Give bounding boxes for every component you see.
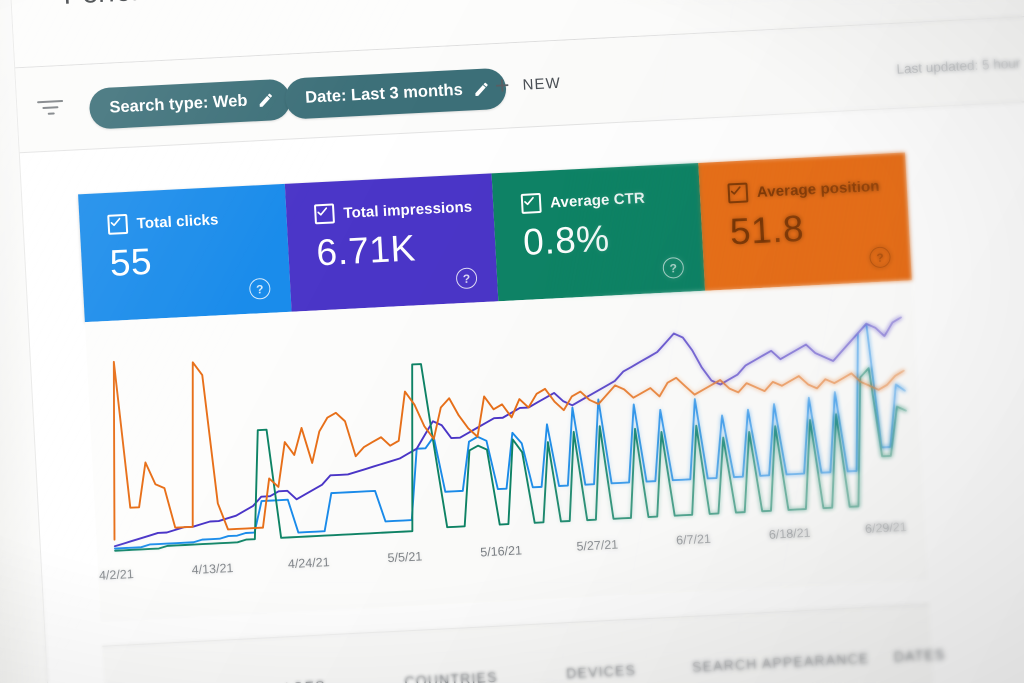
metric-value: 0.8% xyxy=(522,217,611,263)
metric-card-total-clicks[interactable]: Total clicks 55 ? xyxy=(78,183,292,323)
tab-devices[interactable]: DEVICES xyxy=(566,662,637,682)
metric-checkbox[interactable] xyxy=(313,203,335,225)
metric-card-average-position[interactable]: Average position 51.8 ? xyxy=(698,152,912,291)
tab-dates[interactable]: DATES xyxy=(893,646,945,665)
filter-icon[interactable] xyxy=(37,99,64,117)
metric-card-total-impressions[interactable]: Total impressions 6.71K ? xyxy=(284,173,499,312)
x-axis-tick-label: 4/13/21 xyxy=(191,561,233,577)
chart-line xyxy=(113,316,902,548)
filter-chip-label: Search type: Web xyxy=(109,91,248,117)
chart-x-axis: 4/2/21 4/13/21 4/24/21 5/5/21 5/16/21 5/27/21… xyxy=(99,520,908,583)
metric-value: 51.8 xyxy=(728,207,805,253)
x-axis-tick-label: 6/29/21 xyxy=(865,520,907,536)
metric-label: Total impressions xyxy=(342,197,473,222)
tab-search-appearance[interactable]: SEARCH APPEARANCE xyxy=(692,650,870,675)
screen-plane: Performance Search type: Web xyxy=(0,0,1024,683)
metric-label: Average CTR xyxy=(549,189,646,211)
metric-checkbox[interactable] xyxy=(107,213,129,235)
pencil-icon xyxy=(475,82,488,97)
photograph-of-monitor: Performance Search type: Web xyxy=(0,0,1024,683)
metric-checkbox[interactable] xyxy=(727,182,749,204)
help-icon[interactable]: ? xyxy=(455,267,478,290)
help-icon[interactable]: ? xyxy=(662,256,685,279)
new-filter-button[interactable]: + NEW xyxy=(494,71,562,101)
metric-checkbox[interactable] xyxy=(520,192,542,214)
x-axis-tick-label: 6/18/21 xyxy=(769,526,811,542)
filter-chip-label: Date: Last 3 months xyxy=(304,80,464,107)
tab-pages[interactable]: PAGES xyxy=(272,677,326,683)
page-title: Performance xyxy=(63,0,227,11)
metric-value: 6.71K xyxy=(315,227,417,274)
x-axis-tick-label: 4/2/21 xyxy=(99,567,135,583)
x-axis-tick-label: 5/16/21 xyxy=(480,543,522,559)
last-updated-text: Last updated: 5 hour xyxy=(896,55,1021,77)
tab-countries[interactable]: COUNTRIES xyxy=(404,669,498,683)
x-axis-tick-label: 5/27/21 xyxy=(576,537,618,553)
metric-value: 55 xyxy=(108,240,153,284)
chart-svg: 4/2/21 4/13/21 4/24/21 5/5/21 5/16/21 5/27/21… xyxy=(99,316,908,583)
metric-card-average-ctr[interactable]: Average CTR 0.8% ? xyxy=(491,162,706,302)
help-icon[interactable]: ? xyxy=(248,277,271,300)
browser-viewport: Performance Search type: Web xyxy=(0,0,1024,683)
plus-icon: + xyxy=(494,71,512,101)
filter-chip-search-type[interactable]: Search type: Web xyxy=(88,78,292,130)
chart-series-group xyxy=(112,316,907,552)
performance-chart[interactable]: 4/2/21 4/13/21 4/24/21 5/5/21 5/16/21 5/27/21… xyxy=(84,280,928,622)
dimension-tabs: QUERIES PAGES COUNTRIES DEVICES SEARCH A… xyxy=(102,603,946,683)
new-filter-label: NEW xyxy=(522,74,562,94)
x-axis-tick-label: 6/7/21 xyxy=(676,532,712,548)
x-axis-tick-label: 4/24/21 xyxy=(288,555,330,571)
pencil-icon xyxy=(259,93,273,107)
help-icon[interactable]: ? xyxy=(869,246,892,269)
x-axis-tick-label: 5/5/21 xyxy=(387,549,423,565)
metric-label: Average position xyxy=(756,177,880,201)
metric-label: Total clicks xyxy=(136,210,219,232)
filter-chip-date[interactable]: Date: Last 3 months xyxy=(284,67,507,120)
